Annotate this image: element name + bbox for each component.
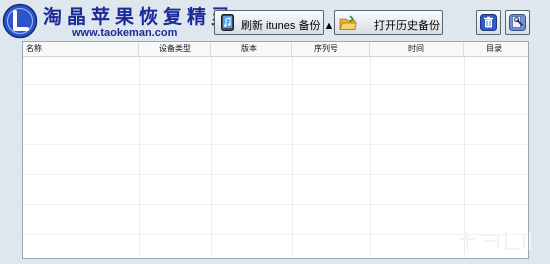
brand-header: 淘晶苹果恢复精灵 www.taokeman.com (0, 0, 230, 42)
column-header-device-type[interactable]: 设备类型 (139, 42, 211, 56)
column-header-directory[interactable]: 目录 (464, 42, 528, 56)
app-window: 淘晶苹果恢复精灵 www.taokeman.com 刷新 itunes 备份 ▲… (0, 0, 550, 264)
column-divider (211, 57, 212, 258)
backup-table[interactable]: 名称 设备类型 版本 序列号 时间 目录 (22, 41, 529, 259)
row-divider (23, 84, 528, 85)
open-folder-icon (339, 15, 357, 30)
settings-icon (509, 14, 526, 31)
column-header-version[interactable]: 版本 (211, 42, 292, 56)
row-divider (23, 114, 528, 115)
trash-icon (480, 14, 497, 31)
column-header-serial-number[interactable]: 序列号 (292, 42, 370, 56)
app-title: 淘晶苹果恢复精灵 (43, 6, 236, 28)
watermark-decoration (458, 231, 532, 251)
open-history-backup-button[interactable]: 打开历史备份 (334, 10, 443, 35)
delete-button[interactable] (476, 10, 501, 35)
music-phone-icon (221, 14, 234, 31)
column-divider (370, 57, 371, 258)
taokeman-logo-icon (2, 3, 38, 39)
refresh-label: 刷新 itunes 备份 ▲ (241, 20, 335, 32)
column-divider (292, 57, 293, 258)
column-header-time[interactable]: 时间 (370, 42, 464, 56)
column-header-name[interactable]: 名称 (23, 42, 139, 56)
row-divider (23, 234, 528, 235)
row-divider (23, 204, 528, 205)
history-label: 打开历史备份 (374, 20, 440, 32)
row-divider (23, 144, 528, 145)
website-url: www.taokeman.com (72, 27, 178, 39)
refresh-itunes-backup-button[interactable]: 刷新 itunes 备份 ▲ (214, 10, 334, 35)
table-header: 名称 设备类型 版本 序列号 时间 目录 (23, 42, 528, 57)
settings-button[interactable] (505, 10, 530, 35)
row-divider (23, 174, 528, 175)
column-divider (139, 57, 140, 258)
